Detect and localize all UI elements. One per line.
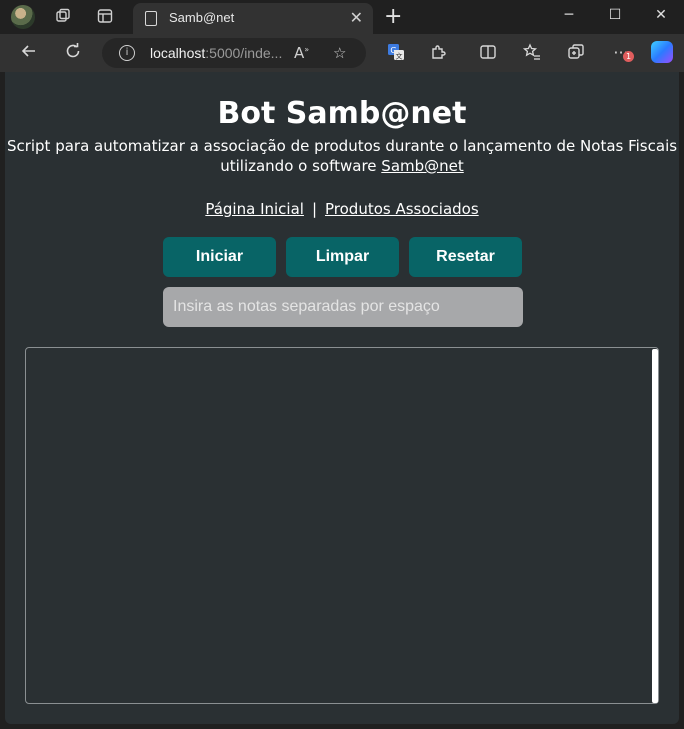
tab-actions-icon[interactable] bbox=[95, 7, 115, 27]
close-icon[interactable]: ✕ bbox=[350, 8, 363, 27]
extensions-icon[interactable] bbox=[428, 43, 448, 63]
url-text: localhost:5000/inde... bbox=[150, 45, 283, 61]
address-bar[interactable]: i localhost:5000/inde... A» ☆ bbox=[102, 38, 366, 68]
home-link[interactable]: Página Inicial bbox=[205, 200, 304, 218]
maximize-icon[interactable]: ☐ bbox=[592, 0, 638, 30]
minimize-icon[interactable]: ─ bbox=[546, 0, 592, 30]
start-button[interactable]: Iniciar bbox=[163, 237, 276, 277]
samba-net-link[interactable]: Samb@net bbox=[381, 157, 463, 175]
subtitle-text: Script para automatizar a associação de … bbox=[6, 137, 678, 175]
svg-text:文: 文 bbox=[396, 52, 403, 61]
translate-icon[interactable]: G文 bbox=[386, 43, 406, 63]
browser-titlebar: Samb@net ✕ + ─ ☐ ✕ bbox=[0, 0, 684, 34]
browser-toolbar: i localhost:5000/inde... A» ☆ G文 ··· bbox=[0, 34, 684, 72]
notes-input[interactable] bbox=[163, 287, 523, 327]
back-icon[interactable] bbox=[18, 42, 40, 64]
page-title: Bot Samb@net bbox=[217, 96, 467, 131]
nav-links: Página Inicial | Produtos Associados bbox=[5, 199, 679, 219]
workspaces-icon[interactable] bbox=[53, 7, 73, 27]
favorite-star-icon[interactable]: ☆ bbox=[333, 44, 346, 62]
refresh-icon[interactable] bbox=[62, 42, 84, 64]
window-close-icon[interactable]: ✕ bbox=[638, 0, 684, 30]
split-screen-icon[interactable] bbox=[478, 43, 498, 63]
collections-icon[interactable] bbox=[566, 43, 586, 63]
tab-title: Samb@net bbox=[169, 10, 235, 25]
page-icon bbox=[145, 11, 157, 26]
reset-button[interactable]: Resetar bbox=[409, 237, 522, 277]
associated-products-link[interactable]: Produtos Associados bbox=[325, 200, 479, 218]
copilot-icon[interactable] bbox=[651, 41, 673, 63]
nav-separator: | bbox=[311, 200, 317, 218]
read-aloud-icon[interactable]: A» bbox=[294, 44, 309, 62]
page-viewport: Bot Samb@net Script para automatizar a a… bbox=[5, 72, 679, 724]
page-subtitle: Script para automatizar a associação de … bbox=[5, 136, 679, 176]
notification-badge: 1 bbox=[623, 51, 634, 62]
profile-avatar[interactable] bbox=[11, 5, 35, 29]
clear-button[interactable]: Limpar bbox=[286, 237, 399, 277]
info-icon[interactable]: i bbox=[119, 45, 135, 61]
browser-tab[interactable]: Samb@net ✕ bbox=[133, 3, 373, 34]
log-output-area[interactable] bbox=[25, 347, 659, 704]
new-tab-icon[interactable]: + bbox=[384, 4, 402, 29]
favorites-icon[interactable] bbox=[522, 43, 542, 63]
log-scrollbar[interactable] bbox=[652, 349, 658, 703]
